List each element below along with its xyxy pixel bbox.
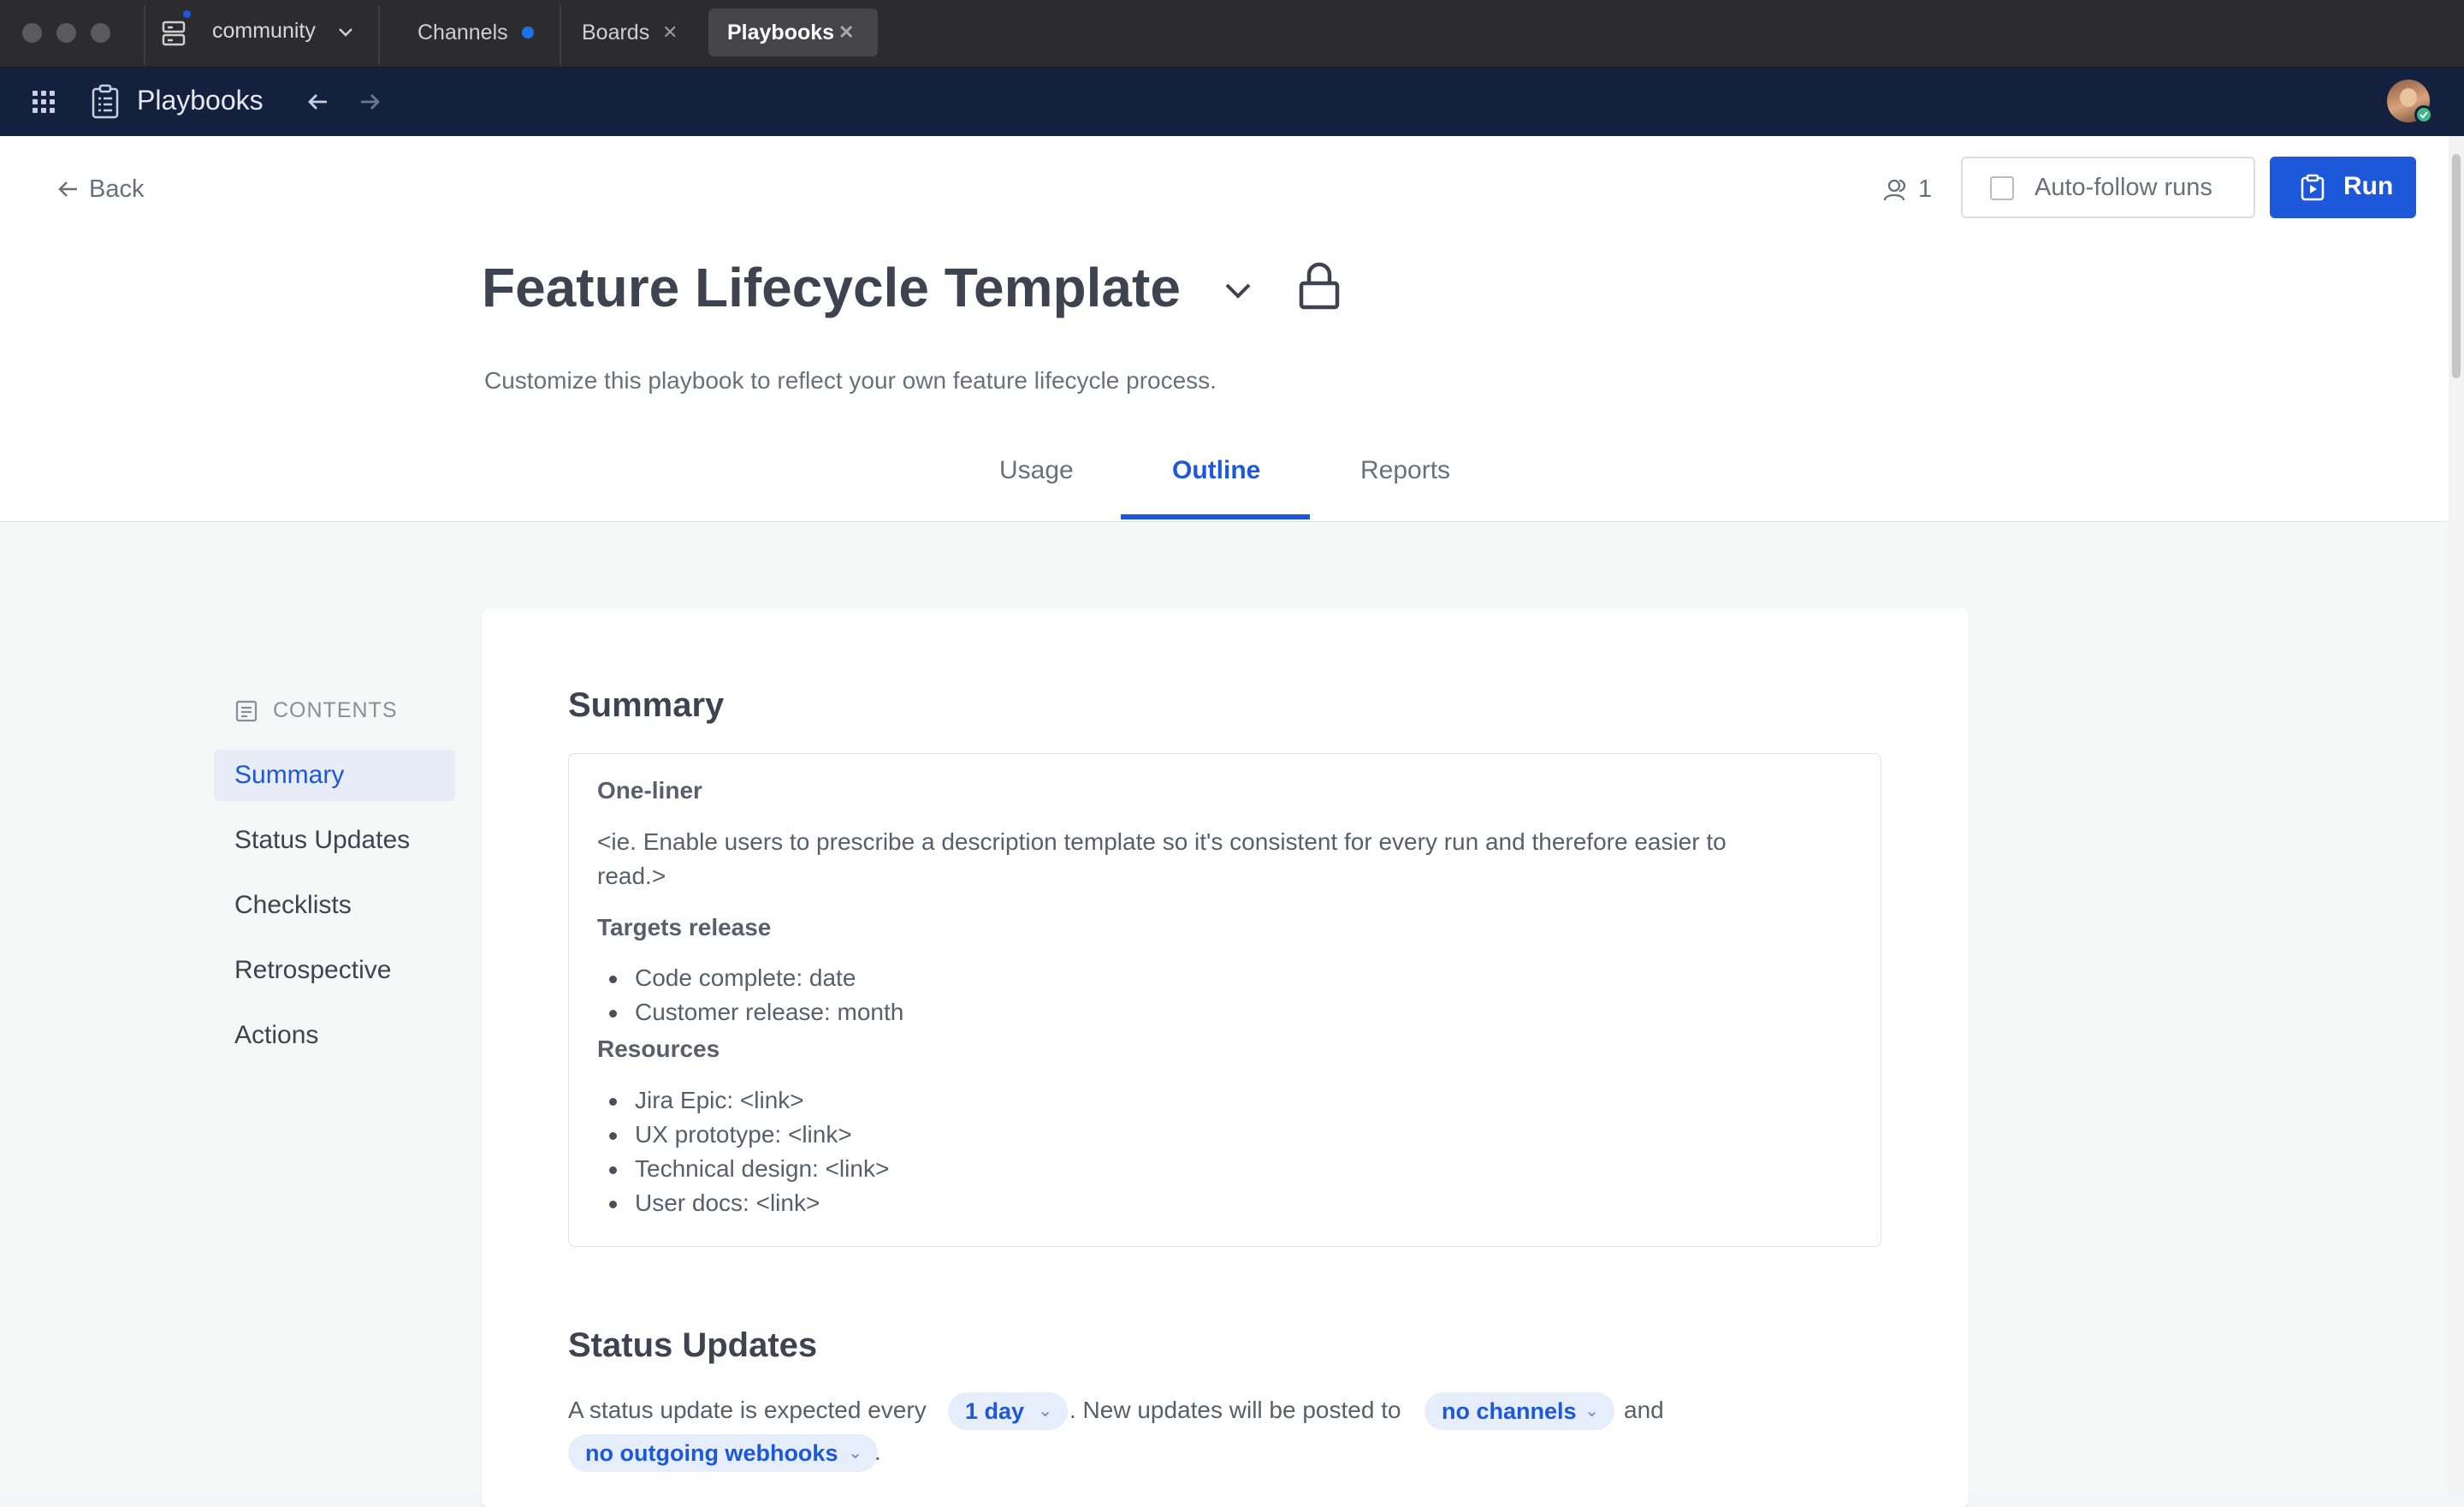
active-tab-indicator (1121, 514, 1310, 519)
chevron-down-icon: ⌄ (848, 1444, 862, 1463)
oneliner-text: read.> (597, 863, 666, 889)
bullet (609, 1201, 617, 1208)
close-tab-icon[interactable]: ✕ (838, 9, 854, 56)
close-tab-icon[interactable]: ✕ (662, 9, 678, 56)
toc-item-summary[interactable]: Summary (214, 750, 455, 801)
toc-item-retrospective[interactable]: Retrospective (214, 945, 455, 996)
workspace-name: community (212, 19, 316, 43)
titlebar-divider (560, 5, 561, 65)
product-menu-icon[interactable] (31, 89, 56, 115)
auto-follow-label: Auto-follow runs (2035, 174, 2212, 201)
list-item: UX prototype: <link> (635, 1121, 852, 1148)
list-item: Technical design: <link> (635, 1155, 890, 1182)
bullet (609, 1098, 617, 1106)
chevron-down-icon: ⌄ (1038, 1402, 1052, 1421)
tab-label: Channels (418, 21, 508, 44)
pill-value: no outgoing webhooks (585, 1440, 838, 1466)
pill-value: 1 day (965, 1398, 1025, 1424)
clipboard-play-icon (2301, 174, 2325, 201)
run-button[interactable]: Run (2270, 157, 2416, 218)
auto-follow-runs-toggle[interactable]: Auto-follow runs (1961, 157, 2255, 218)
app-title: Playbooks (137, 85, 264, 116)
online-status-icon (2414, 105, 2433, 124)
unread-dot (522, 27, 534, 39)
window-minimize-button[interactable] (56, 23, 76, 43)
list-item: Code complete: date (635, 964, 856, 991)
targets-heading: Targets release (597, 914, 772, 940)
update-interval-select[interactable]: 1 day ⌄ (948, 1392, 1068, 1430)
window-zoom-button[interactable] (91, 23, 110, 43)
toc-item-checklists[interactable]: Checklists (214, 880, 455, 931)
toc-item-status-updates[interactable]: Status Updates (214, 815, 455, 866)
playbooks-icon (92, 84, 119, 119)
summary-heading: Summary (568, 686, 725, 724)
chevron-down-icon[interactable] (1220, 280, 1256, 304)
list-item: Customer release: month (635, 999, 904, 1025)
list-item: Jira Epic: <link> (635, 1087, 804, 1113)
list-icon (235, 700, 258, 722)
window-close-button[interactable] (22, 23, 42, 43)
bullet (609, 976, 617, 983)
oneliner-text: <ie. Enable users to prescribe a descrip… (597, 828, 1727, 855)
chevron-down-icon: ⌄ (1584, 1402, 1599, 1421)
titlebar-divider (144, 5, 145, 65)
tab-playbooks[interactable]: Playbooks ✕ (708, 9, 878, 56)
playbook-description: Customize this playbook to reflect your … (484, 367, 1217, 394)
run-label: Run (2343, 172, 2394, 200)
checkbox[interactable] (1990, 176, 2014, 200)
tab-reports[interactable]: Reports (1360, 456, 1450, 485)
page-title: Feature Lifecycle Template (482, 257, 1181, 318)
titlebar-divider (378, 5, 380, 65)
oneliner-heading: One-liner (597, 777, 702, 804)
status-text: and (1624, 1397, 1664, 1423)
bullet (609, 1132, 617, 1140)
toc-item-actions[interactable]: Actions (214, 1010, 455, 1061)
tab-channels[interactable]: Channels (402, 9, 548, 56)
status-text: . (874, 1439, 881, 1465)
bullet (609, 1166, 617, 1174)
pill-value: no channels (1442, 1398, 1577, 1424)
back-label: Back (89, 175, 145, 203)
status-updates-heading: Status Updates (568, 1326, 818, 1364)
tab-label: Playbooks (727, 21, 835, 44)
tab-boards[interactable]: Boards ✕ (568, 9, 696, 56)
arrow-left-icon[interactable] (306, 90, 330, 114)
bullet (609, 1010, 617, 1018)
avatar-face (2400, 88, 2417, 107)
chevron-down-icon (339, 28, 352, 37)
arrow-left-icon (58, 181, 77, 197)
contents-heading: CONTENTS (273, 698, 398, 722)
workspace-mention-badge (181, 9, 192, 20)
member-count: 1 (1918, 175, 1933, 203)
outgoing-webhooks-select[interactable]: no outgoing webhooks ⌄ (568, 1434, 878, 1472)
tab-outline[interactable]: Outline (1172, 456, 1260, 485)
broadcast-channels-select[interactable]: no channels ⌄ (1424, 1392, 1614, 1430)
server-icon (162, 21, 186, 46)
window-titlebar: community Channels Boards ✕ Playbooks ✕ (0, 0, 2464, 68)
back-button[interactable]: Back (56, 172, 159, 206)
lock-icon[interactable] (1297, 261, 1342, 311)
users-icon (1883, 179, 1906, 201)
app-header: Playbooks (0, 68, 2464, 136)
tab-usage[interactable]: Usage (999, 456, 1074, 485)
list-item: User docs: <link> (635, 1190, 820, 1216)
arrow-right-icon[interactable] (358, 90, 382, 114)
status-text: A status update is expected every (568, 1397, 927, 1423)
tab-label: Boards (582, 21, 650, 44)
resources-heading: Resources (597, 1035, 720, 1062)
members-button[interactable]: 1 (1882, 172, 1937, 206)
status-text: . New updates will be posted to (1069, 1397, 1401, 1423)
check-icon (2420, 111, 2428, 119)
scrollbar-thumb[interactable] (2452, 154, 2461, 378)
